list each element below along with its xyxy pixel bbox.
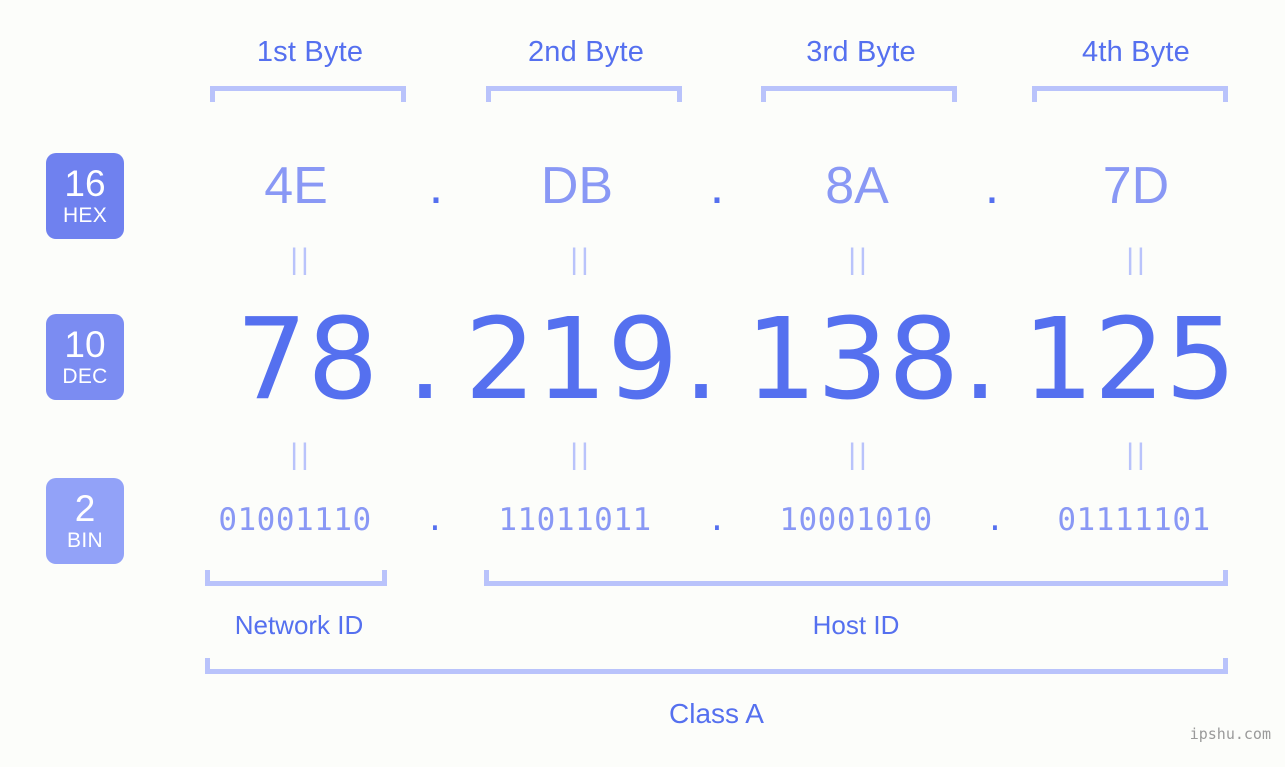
equals-mark-hex-dec-4: || <box>1126 243 1148 276</box>
network-id-label: Network ID <box>234 610 364 640</box>
base-badge-bin-name: BIN <box>67 528 103 552</box>
equals-mark-hex-dec-1: || <box>290 243 312 276</box>
hex-byte-3: 8A <box>825 157 889 215</box>
equals-mark-dec-bin-2: || <box>570 438 592 471</box>
dec-separator-1: . <box>407 295 443 425</box>
bin-separator-3: . <box>985 502 1005 538</box>
hex-byte-4: 7D <box>1102 157 1170 215</box>
byte-bracket-2 <box>486 86 682 102</box>
dec-separator-2: . <box>683 295 719 425</box>
class-label: Class A <box>669 698 764 729</box>
byte-bracket-4 <box>1032 86 1228 102</box>
hex-separator-1: . <box>428 157 444 215</box>
dec-byte-3: 138 <box>745 295 960 425</box>
bin-byte-2: 11011011 <box>498 502 652 538</box>
base-badge-dec-number: 10 <box>64 323 106 365</box>
byte-bracket-1 <box>210 86 406 102</box>
base-badge-hex-number: 16 <box>64 162 106 204</box>
dec-byte-4: 125 <box>1022 295 1237 425</box>
watermark: ipshu.com <box>1189 725 1271 743</box>
base-badge-dec-name: DEC <box>62 364 108 388</box>
byte-header-3: 3rd Byte <box>806 36 916 68</box>
ip-breakdown-diagram: 1st Byte 2nd Byte 3rd Byte 4th Byte 16 H… <box>0 0 1285 767</box>
equals-mark-dec-bin-1: || <box>290 438 312 471</box>
byte-bracket-3 <box>761 86 957 102</box>
class-bracket <box>205 658 1228 674</box>
dec-byte-1: 78 <box>236 295 379 425</box>
bin-separator-2: . <box>707 502 727 538</box>
hex-separator-2: . <box>709 157 725 215</box>
base-badge-bin: 2 BIN <box>46 478 124 564</box>
bin-byte-1: 01001110 <box>218 502 372 538</box>
base-badge-hex: 16 HEX <box>46 153 124 239</box>
equals-mark-dec-bin-3: || <box>848 438 870 471</box>
equals-mark-dec-bin-4: || <box>1126 438 1148 471</box>
network-id-bracket <box>205 570 387 586</box>
equals-mark-hex-dec-2: || <box>570 243 592 276</box>
equals-mark-hex-dec-3: || <box>848 243 870 276</box>
hex-byte-1: 4E <box>264 157 328 215</box>
bin-byte-4: 01111101 <box>1057 502 1211 538</box>
hex-byte-2: DB <box>540 157 614 215</box>
byte-header-1: 1st Byte <box>256 36 364 68</box>
base-badge-hex-name: HEX <box>62 203 108 227</box>
hex-separator-3: . <box>984 157 1000 215</box>
dec-separator-3: . <box>962 295 998 425</box>
dec-byte-2: 219 <box>464 295 679 425</box>
byte-header-2: 2nd Byte <box>527 36 645 68</box>
bin-separator-1: . <box>425 502 445 538</box>
byte-header-4: 4th Byte <box>1082 36 1190 68</box>
host-id-label: Host ID <box>812 610 900 640</box>
host-id-bracket <box>484 570 1228 586</box>
base-badge-dec: 10 DEC <box>46 314 124 400</box>
bin-byte-3: 10001010 <box>779 502 933 538</box>
base-badge-bin-number: 2 <box>74 487 96 529</box>
